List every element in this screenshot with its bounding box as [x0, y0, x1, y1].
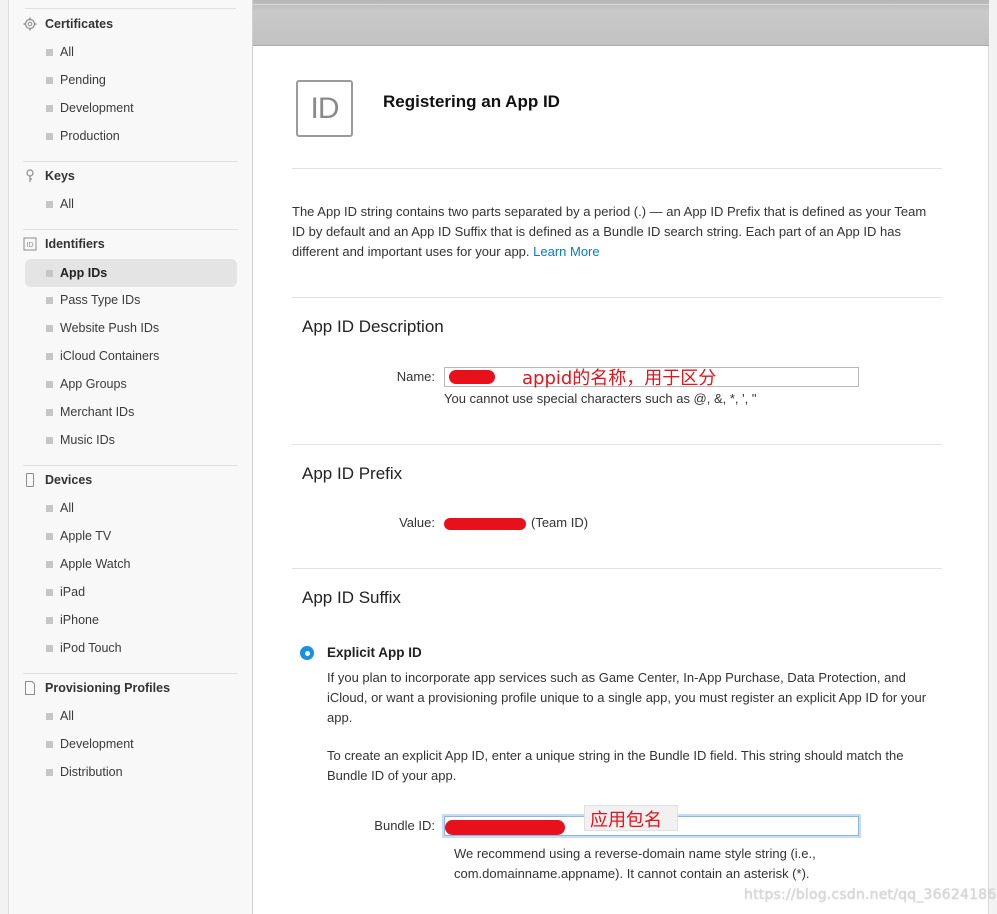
- bullet-icon: [46, 132, 53, 140]
- value-label: Value:: [399, 515, 435, 530]
- sidebar-item-apple-tv[interactable]: Apple TV: [25, 522, 237, 550]
- sidebar-item-certificates-all[interactable]: All: [25, 38, 237, 66]
- sidebar-item-ipad[interactable]: iPad: [25, 578, 237, 606]
- bullet-icon: [46, 104, 53, 112]
- bullet-icon: [46, 644, 53, 652]
- redaction-mark: [449, 370, 495, 384]
- name-help-text: You cannot use special characters such a…: [444, 391, 757, 406]
- section-divider: [292, 297, 942, 298]
- document-icon: [23, 681, 37, 695]
- bullet-icon: [46, 712, 53, 720]
- bullet-icon: [46, 532, 53, 540]
- section-title-prefix: App ID Prefix: [302, 464, 403, 483]
- bullet-icon: [46, 269, 53, 277]
- name-label: Name:: [396, 369, 435, 384]
- id-icon: ID: [23, 237, 37, 251]
- sidebar-top-divider: [25, 8, 236, 9]
- bullet-icon: [46, 380, 53, 388]
- section-title-certificates: Certificates: [45, 17, 114, 31]
- section-divider: [23, 673, 238, 674]
- bullet-icon: [46, 200, 53, 208]
- bullet-icon: [46, 324, 53, 332]
- section-divider: [23, 229, 238, 230]
- sidebar-item-keys-all[interactable]: All: [25, 190, 237, 218]
- sidebar-item-app-groups[interactable]: App Groups: [25, 370, 237, 398]
- sidebar-item-pass-type-ids[interactable]: Pass Type IDs: [25, 286, 237, 314]
- bullet-icon: [46, 48, 53, 56]
- device-icon: [23, 473, 37, 487]
- page-title: Registering an App ID: [383, 92, 560, 111]
- sidebar-item-iphone[interactable]: iPhone: [25, 606, 237, 634]
- redaction-mark: [445, 820, 565, 835]
- sidebar-item-apple-watch[interactable]: Apple Watch: [25, 550, 237, 578]
- main-content: ID Registering an App ID The App ID stri…: [253, 0, 989, 914]
- bullet-icon: [46, 76, 53, 84]
- sidebar-item-certificates-production[interactable]: Production: [25, 122, 237, 150]
- svg-text:ID: ID: [27, 242, 34, 249]
- app-id-icon: ID: [296, 80, 353, 137]
- sidebar-item-profiles-all[interactable]: All: [25, 702, 237, 730]
- sidebar-item-profiles-distribution[interactable]: Distribution: [25, 758, 237, 786]
- intro-text: The App ID string contains two parts sep…: [292, 202, 932, 262]
- watermark: https://blog.csdn.net/qq_36624186: [744, 887, 997, 903]
- bullet-icon: [46, 296, 53, 304]
- explicit-instructions: To create an explicit App ID, enter a un…: [327, 748, 904, 783]
- sidebar-item-profiles-development[interactable]: Development: [25, 730, 237, 758]
- sidebar-item-certificates-development[interactable]: Development: [25, 94, 237, 122]
- bullet-icon: [46, 768, 53, 776]
- section-divider: [23, 161, 238, 162]
- bundle-id-help-text: We recommend using a reverse-domain name…: [454, 846, 816, 881]
- section-header-certificates: Certificates: [23, 14, 113, 34]
- explicit-description: If you plan to incorporate app services …: [327, 670, 927, 725]
- intro-body: The App ID string contains two parts sep…: [292, 204, 927, 259]
- bullet-icon: [46, 616, 53, 624]
- sidebar-item-certificates-pending[interactable]: Pending: [25, 66, 237, 94]
- section-title-keys: Keys: [45, 169, 75, 183]
- section-header-devices: Devices: [23, 470, 92, 490]
- sidebar-item-website-push-ids[interactable]: Website Push IDs: [25, 314, 237, 342]
- sidebar-item-icloud-containers[interactable]: iCloud Containers: [25, 342, 237, 370]
- section-divider: [292, 568, 942, 569]
- section-title-suffix: App ID Suffix: [302, 588, 401, 607]
- sidebar: Certificates All Pending Development Pro…: [8, 0, 253, 914]
- section-divider: [23, 465, 238, 466]
- section-title-provisioning-profiles: Provisioning Profiles: [45, 681, 171, 695]
- bundle-annotation: 应用包名: [590, 810, 662, 831]
- bullet-icon: [46, 436, 53, 444]
- explicit-app-id-label[interactable]: Explicit App ID: [327, 645, 422, 660]
- bullet-icon: [46, 560, 53, 568]
- section-divider: [292, 444, 942, 445]
- sidebar-item-devices-all[interactable]: All: [25, 494, 237, 522]
- redaction-mark: [444, 518, 526, 530]
- sidebar-item-app-ids[interactable]: App IDs: [25, 259, 237, 287]
- header-divider: [292, 168, 942, 169]
- bullet-icon: [46, 504, 53, 512]
- explicit-app-id-radio[interactable]: [300, 646, 314, 660]
- top-toolbar: [253, 0, 989, 46]
- gear-icon: [23, 17, 37, 31]
- section-header-keys: Keys: [23, 166, 75, 186]
- sidebar-item-ipod-touch[interactable]: iPod Touch: [25, 634, 237, 662]
- section-title-identifiers: Identifiers: [45, 237, 105, 251]
- section-header-provisioning-profiles: Provisioning Profiles: [23, 678, 170, 698]
- name-annotation: appid的名称，用于区分: [522, 368, 717, 389]
- section-title-devices: Devices: [45, 473, 93, 487]
- bundle-id-label: Bundle ID:: [374, 818, 435, 833]
- bullet-icon: [46, 408, 53, 416]
- sidebar-item-merchant-ids[interactable]: Merchant IDs: [25, 398, 237, 426]
- key-icon: [23, 169, 37, 183]
- bullet-icon: [46, 588, 53, 596]
- section-title-description: App ID Description: [302, 317, 444, 336]
- section-header-identifiers: ID Identifiers: [23, 234, 105, 254]
- bullet-icon: [46, 740, 53, 748]
- learn-more-link[interactable]: Learn More: [533, 244, 599, 259]
- team-id-suffix: (Team ID): [531, 515, 589, 530]
- sidebar-item-music-ids[interactable]: Music IDs: [25, 426, 237, 454]
- bullet-icon: [46, 352, 53, 360]
